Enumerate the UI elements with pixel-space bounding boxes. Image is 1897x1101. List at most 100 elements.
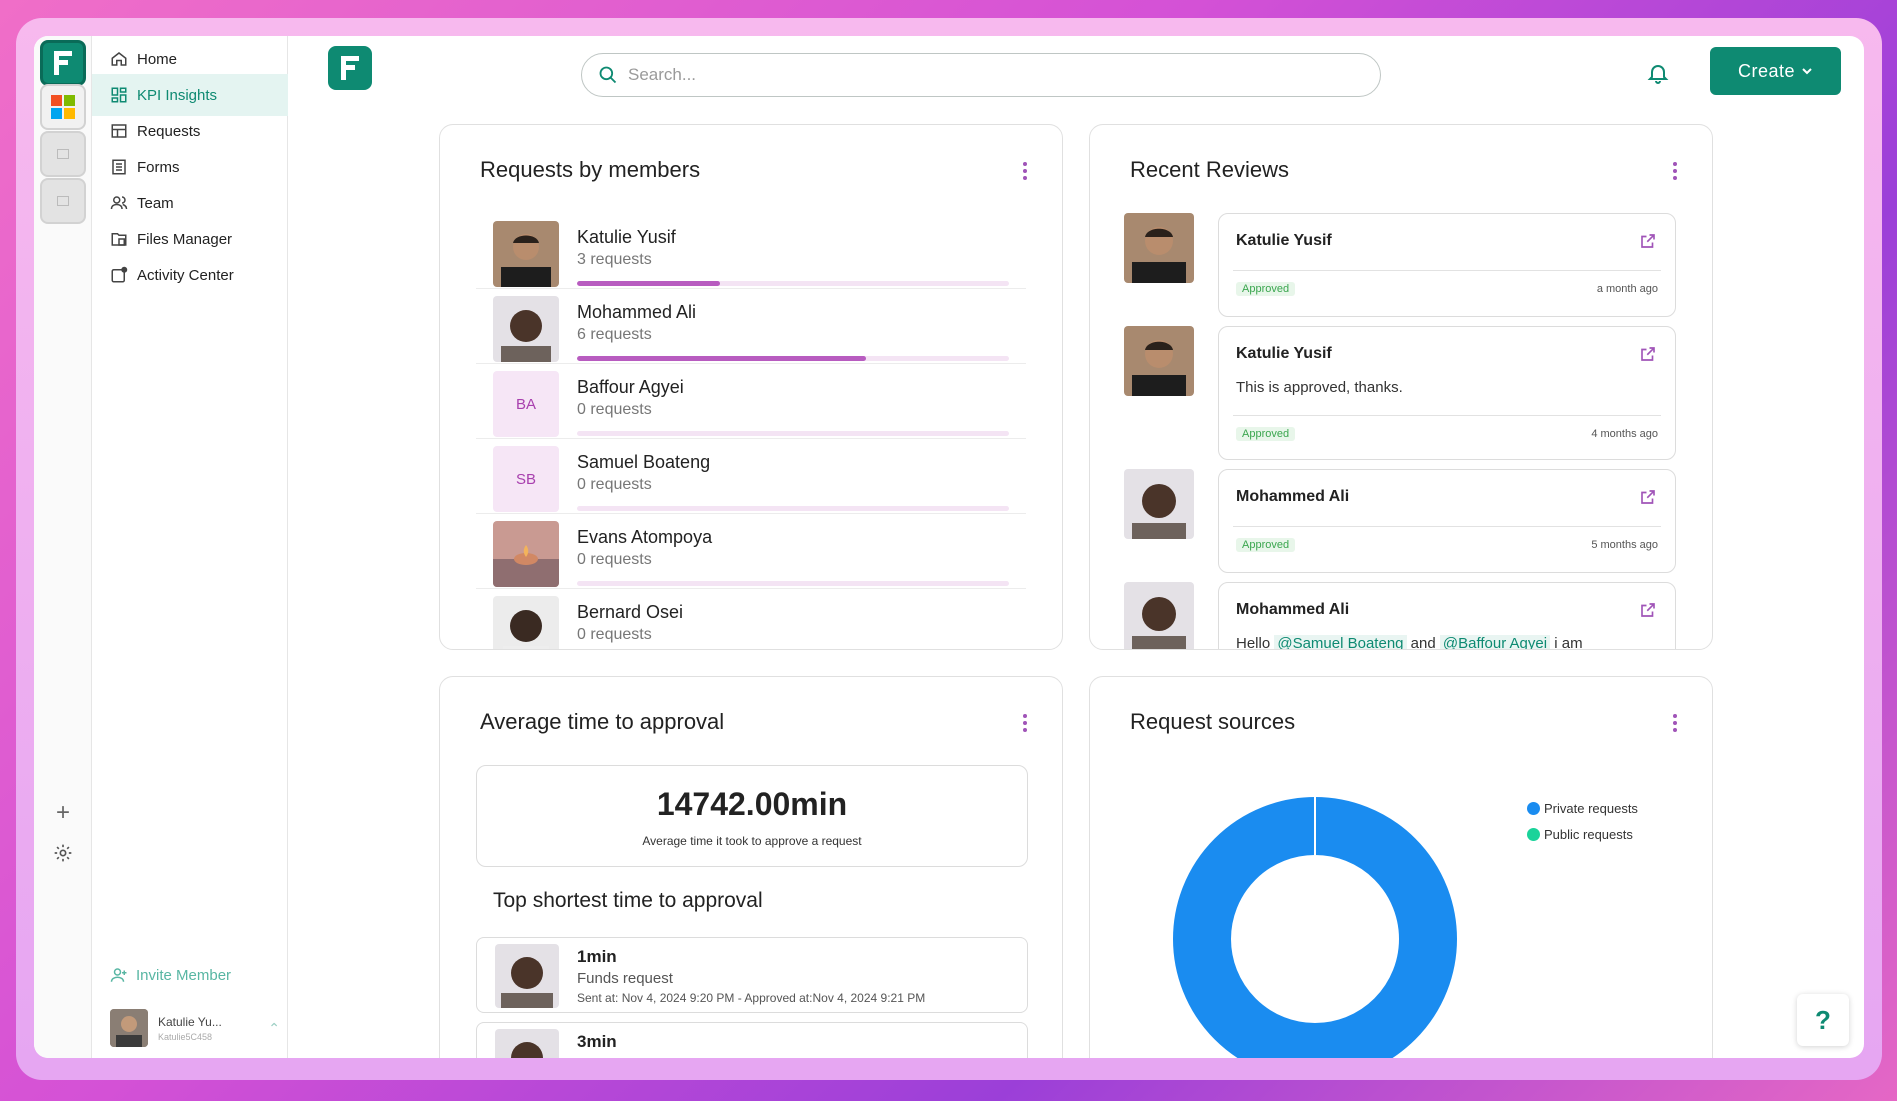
review-time: 4 months ago: [1591, 428, 1658, 440]
activity-icon: [111, 266, 128, 283]
member-avatar-initials: SB: [493, 446, 559, 512]
review-item: Mohammed Ali Hello @Samuel Boateng and @…: [1124, 582, 1680, 650]
search-input[interactable]: [628, 65, 1328, 85]
help-icon: ?: [1815, 1004, 1831, 1035]
more-options-button[interactable]: [1665, 159, 1685, 183]
member-request-count: 3 requests: [577, 251, 652, 268]
legend-item-public[interactable]: Public requests: [1527, 821, 1638, 847]
request-sources-card: Request sources Private requests Public …: [1089, 676, 1713, 1058]
member-row[interactable]: Mohammed Ali 6 requests: [476, 290, 1026, 364]
nav-item-label: Team: [137, 194, 174, 212]
member-row[interactable]: SB Samuel Boateng 0 requests: [476, 440, 1026, 514]
app-logo-button[interactable]: [40, 40, 86, 86]
chart-legend: Private requests Public requests: [1527, 795, 1638, 847]
section-heading: Top shortest time to approval: [493, 889, 763, 912]
request-type: Funds request: [577, 970, 673, 987]
member-request-bar-fill: [577, 281, 720, 286]
requester-avatar: [495, 1029, 559, 1058]
member-row[interactable]: Katulie Yusif 3 requests: [476, 215, 1026, 289]
member-request-count: 0 requests: [577, 551, 652, 568]
average-time-stat: 14742.00min Average time it took to appr…: [476, 765, 1028, 867]
member-request-count: 6 requests: [577, 326, 652, 343]
microsoft-app-button[interactable]: [40, 84, 86, 130]
member-name: Katulie Yusif: [577, 227, 676, 247]
review-message: This is approved, thanks.: [1236, 379, 1403, 396]
member-row[interactable]: Bernard Osei 0 requests: [476, 590, 1026, 649]
member-row[interactable]: Evans Atompoya 0 requests: [476, 515, 1026, 589]
divider: [1233, 415, 1661, 416]
member-name: Samuel Boateng: [577, 452, 711, 472]
message-text: Hello: [1236, 635, 1275, 650]
reviewer-avatar: [1124, 326, 1194, 396]
fast-approval-item[interactable]: 3min: [476, 1022, 1028, 1058]
settings-button[interactable]: [48, 838, 78, 868]
member-avatar-initials: BA: [493, 371, 559, 437]
member-request-count: 0 requests: [577, 476, 652, 493]
approval-duration: 1min: [577, 947, 617, 966]
team-icon: [110, 196, 128, 210]
invite-member-button[interactable]: Invite Member: [110, 966, 231, 984]
member-avatar: [493, 521, 559, 587]
member-request-bar: [577, 581, 1009, 586]
average-time-to-approval-card: Average time to approval 14742.00min Ave…: [439, 676, 1063, 1058]
app-placeholder-button-2[interactable]: [40, 178, 86, 224]
more-options-button[interactable]: [1665, 711, 1685, 735]
add-app-button[interactable]: +: [48, 798, 78, 828]
app-logo-icon: [54, 51, 72, 75]
member-row[interactable]: BA Baffour Agyei 0 requests: [476, 365, 1026, 439]
average-time-value: 14742.00min: [656, 786, 848, 822]
nav-item-label: Requests: [137, 122, 201, 140]
create-button-label: Create: [1737, 60, 1796, 81]
legend-item-private[interactable]: Private requests: [1527, 795, 1638, 821]
more-options-button[interactable]: [1015, 711, 1035, 735]
card-title: Request sources: [1130, 709, 1296, 734]
status-badge: Approved: [1236, 282, 1296, 296]
requester-avatar: [495, 944, 559, 1008]
donut-slice-private-requests[interactable]: [1173, 797, 1457, 1058]
reviewer-name: Mohammed Ali: [1236, 488, 1350, 505]
help-button[interactable]: ?: [1797, 994, 1849, 1046]
add-user-icon: [110, 968, 127, 982]
member-request-bar: [577, 431, 1009, 436]
member-avatar: [493, 596, 559, 649]
external-link-icon[interactable]: [1639, 488, 1657, 506]
review-box: Mohammed Ali Hello @Samuel Boateng and @…: [1218, 582, 1676, 650]
files-icon: [111, 233, 127, 246]
nav-item-label: KPI Insights: [137, 86, 218, 104]
member-avatar: [493, 221, 559, 287]
reviewer-avatar: [1124, 213, 1194, 283]
nav-item-activity-center[interactable]: Activity Center: [92, 254, 288, 296]
member-name: Evans Atompoya: [577, 527, 713, 547]
image-placeholder-icon: [57, 196, 69, 206]
member-name: Mohammed Ali: [577, 302, 697, 322]
microsoft-icon: [51, 95, 75, 119]
external-link-icon[interactable]: [1639, 345, 1657, 363]
member-name: Baffour Agyei: [577, 377, 684, 397]
header-logo[interactable]: [328, 46, 372, 90]
legend-dot: [1527, 827, 1540, 841]
reviewer-name: Katulie Yusif: [1236, 345, 1332, 362]
member-request-bar-fill: [577, 356, 867, 361]
external-link-icon[interactable]: [1639, 232, 1657, 250]
average-time-caption: Average time it took to approve a reques…: [642, 834, 862, 848]
mention-link[interactable]: @Samuel Boateng: [1274, 635, 1407, 649]
review-box: Katulie Yusif This is approved, thanks. …: [1218, 326, 1676, 460]
app-placeholder-button-1[interactable]: [40, 131, 86, 177]
notifications-button[interactable]: [1643, 58, 1673, 88]
more-options-button[interactable]: [1015, 159, 1035, 183]
card-title: Recent Reviews: [1130, 157, 1289, 182]
requests-by-members-card: Requests by members Katulie Yusif 3 requ…: [439, 124, 1063, 650]
user-profile-button[interactable]: Katulie Yu... Katulie5C458 ⌃: [110, 1006, 280, 1050]
fast-approval-item[interactable]: 1min Funds request Sent at: Nov 4, 2024 …: [476, 937, 1028, 1013]
member-request-count: 0 requests: [577, 626, 652, 643]
message-text: i am: [1550, 635, 1583, 650]
approval-duration: 3min: [577, 1032, 617, 1051]
external-link-icon[interactable]: [1639, 601, 1657, 619]
create-button[interactable]: Create: [1710, 47, 1841, 95]
review-item: Mohammed Ali Approved 5 months ago: [1124, 469, 1680, 573]
review-time: 5 months ago: [1591, 539, 1658, 551]
mention-link[interactable]: @Baffour Agyei: [1439, 635, 1551, 649]
app-window: + Home KPI Insights Requests Forms Team: [34, 36, 1864, 1058]
sidebar: Home KPI Insights Requests Forms Team Fi…: [92, 36, 288, 1058]
reviewer-name: Katulie Yusif: [1236, 232, 1332, 249]
